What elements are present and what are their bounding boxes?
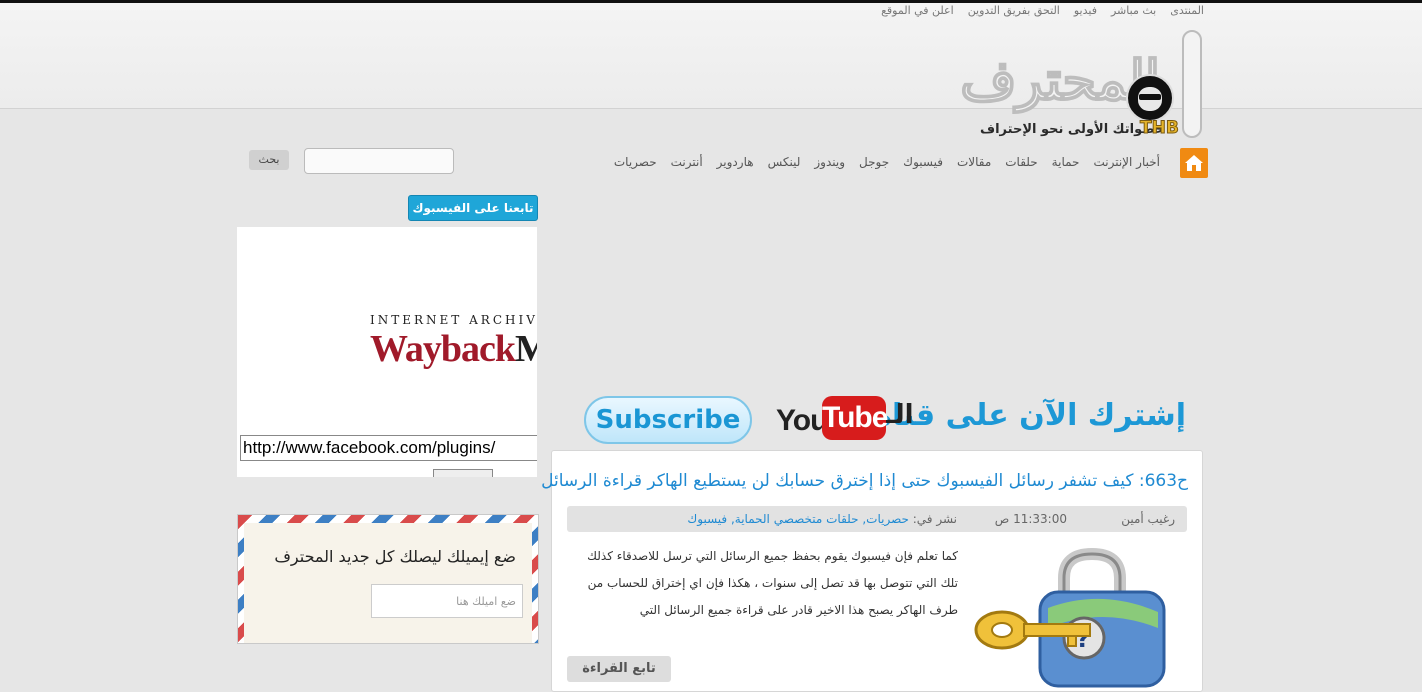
top-link-live[interactable]: بث مباشر (1111, 4, 1156, 17)
home-button[interactable] (1180, 148, 1208, 178)
wayback-heading: INTERNET ARCHIVE (370, 313, 537, 327)
subscribe-button[interactable]: Subscribe (584, 396, 752, 444)
nav-item-exclusives[interactable]: حصريات (614, 155, 657, 169)
logo-badge: THB (1140, 118, 1180, 139)
youtube-subscribe-banner[interactable]: إشترك الآن على قناة الـ You Tube Subscri… (580, 390, 1190, 448)
facebook-widget: INTERNET ARCHIVE WaybackMachine http://w… (237, 227, 537, 477)
nav-item-articles[interactable]: مقالات (957, 155, 991, 169)
nav-item-facebook[interactable]: فيسبوك (903, 155, 943, 169)
email-field[interactable]: ضع اميلك هنا (371, 584, 523, 618)
youtube-logo-tube: Tube (822, 396, 888, 440)
home-icon (1185, 155, 1203, 171)
youtube-logo-you: You (776, 404, 828, 437)
search-button[interactable]: بحث (249, 150, 289, 170)
nav-item-google[interactable]: جوجل (859, 155, 889, 169)
main-nav: أخبار الإنترنت حماية حلقات مقالات فيسبوك… (560, 148, 1208, 178)
nav-item-windows[interactable]: ويندوز (814, 155, 845, 169)
nav-items: أخبار الإنترنت حماية حلقات مقالات فيسبوك… (614, 155, 1160, 169)
post-meta: رغيب أمين 11:33:00 ص نشر في: حصريات, حلق… (567, 506, 1187, 532)
lock-key-image: ? (974, 548, 1166, 688)
wayback-logo: WaybackMachine (370, 328, 537, 370)
post-category-links[interactable]: حصريات, حلقات متخصصي الحماية, فيسبوك (687, 512, 909, 526)
banner-text: إشترك الآن على قناة (874, 398, 1186, 433)
nav-item-episodes[interactable]: حلقات (1005, 155, 1037, 169)
top-link-video[interactable]: فيديو (1074, 4, 1097, 17)
newsletter-widget: ضع إيميلك ليصلك كل جديد المحترف ضع اميلك… (237, 514, 539, 644)
nav-item-internet[interactable]: أنترنت (671, 155, 703, 169)
top-link-join-team[interactable]: التحق بفريق التدوين (968, 4, 1060, 17)
top-links: المنتدى بث مباشر فيديو التحق بفريق التدو… (881, 4, 1204, 17)
top-link-forum[interactable]: المنتدى (1170, 4, 1204, 17)
newsletter-title: ضع إيميلك ليصلك كل جديد المحترف (274, 547, 516, 566)
avatar (1126, 74, 1174, 122)
post-title[interactable]: ح663: كيف تشفر رسائل الفيسبوك حتى إذا إخ… (541, 471, 1188, 491)
nav-item-protection[interactable]: حماية (1052, 155, 1080, 169)
banner-al: الـ (886, 400, 914, 430)
nav-item-hardware[interactable]: هاردوير (717, 155, 754, 169)
site-logo[interactable]: المحترف خطواتك الأولى نحو الإحتراف THB (959, 26, 1210, 144)
post-author[interactable]: رغيب أمين (1121, 512, 1175, 526)
top-link-advertise[interactable]: اعلن في الموقع (881, 4, 954, 17)
newsletter-card: ضع إيميلك ليصلك كل جديد المحترف ضع اميلك… (244, 523, 532, 643)
facebook-widget-title: تابعنا على الفيسبوك (408, 195, 538, 221)
wayback-go-button[interactable] (433, 469, 493, 477)
read-more-button[interactable]: تابع القراءة (567, 656, 671, 682)
post-time: 11:33:00 ص (994, 512, 1067, 526)
logo-bar (1182, 30, 1202, 138)
post-excerpt: كما تعلم فإن فيسبوك يقوم بحفظ جميع الرسا… (587, 549, 958, 617)
logo-tagline: خطواتك الأولى نحو الإحتراف (980, 122, 1165, 137)
nav-item-linux[interactable]: لينكس (768, 155, 801, 169)
nav-item-internet-news[interactable]: أخبار الإنترنت (1093, 155, 1160, 169)
post-categories: نشر في: حصريات, حلقات متخصصي الحماية, في… (687, 512, 957, 526)
search-input[interactable] (304, 148, 454, 174)
wayback-url-field[interactable]: http://www.facebook.com/plugins/ (240, 435, 537, 461)
